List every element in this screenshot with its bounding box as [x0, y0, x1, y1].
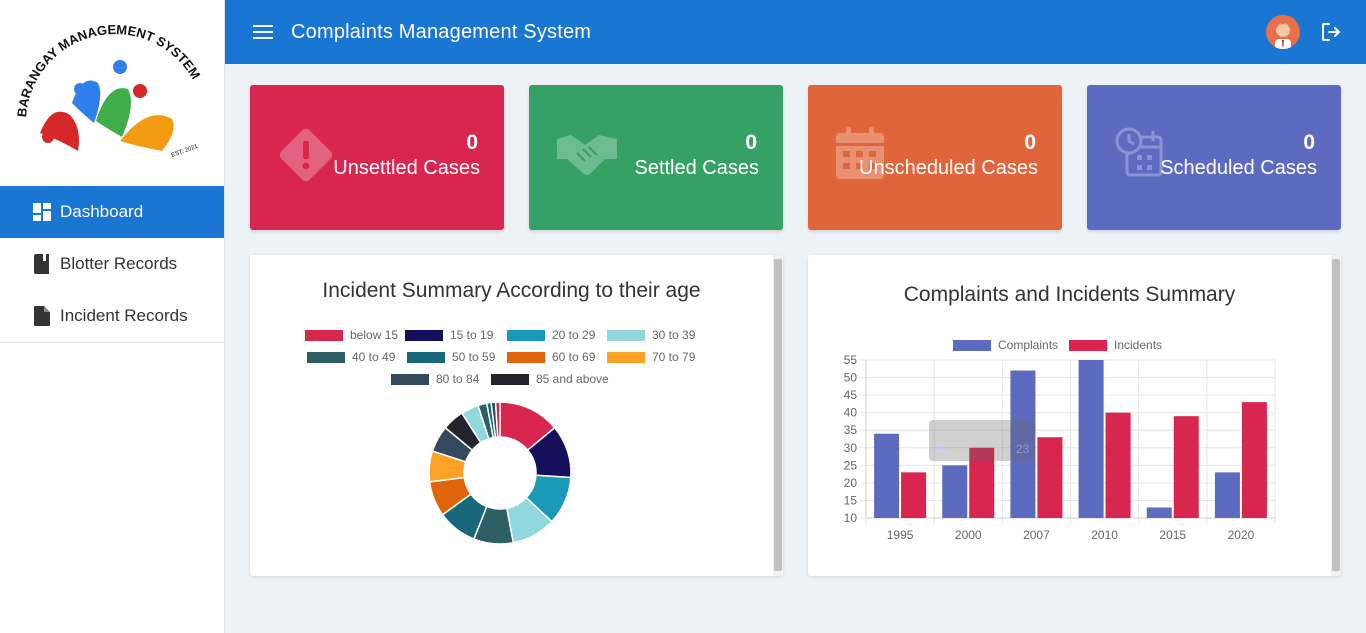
bar-complaints[interactable] [1214, 472, 1240, 518]
summary-bar-chart: 10 15 20 25 30 35 40 45 50 55 1995 2000 2007 2010 2015… [844, 353, 1276, 542]
sidebar: BARANGAY MANAGEMENT SYSTEM EST. 2021 Das… [0, 0, 225, 633]
stat-card-unsettled[interactable]: 0 Unsettled Cases [250, 85, 504, 230]
sidebar-item-label: Incident Records [60, 306, 188, 325]
file-icon [33, 306, 51, 326]
x-tick-label: 2020 [1228, 528, 1255, 542]
dashboard-icon [33, 202, 51, 222]
stat-card-unscheduled[interactable]: 0 Unscheduled Cases [808, 85, 1062, 230]
y-tick-label: 45 [844, 388, 858, 402]
stat-card-settled[interactable]: 0 Settled Cases [529, 85, 783, 230]
stat-label: Unsettled Cases [333, 157, 480, 179]
topbar: Complaints Management System [225, 0, 1366, 64]
bar-incidents[interactable] [901, 472, 927, 518]
logo: BARANGAY MANAGEMENT SYSTEM EST. 2021 [0, 0, 224, 186]
panel-scrollbar[interactable] [1331, 255, 1341, 576]
stat-value: 0 [1303, 131, 1315, 154]
bar-incidents[interactable] [1173, 416, 1199, 518]
bar-complaints[interactable] [874, 433, 900, 518]
bar-complaints[interactable] [1146, 507, 1172, 518]
stat-value: 0 [1024, 131, 1036, 154]
sidebar-item-dashboard[interactable]: Dashboard [0, 186, 224, 238]
barangay-logo-icon: BARANGAY MANAGEMENT SYSTEM EST. 2021 [14, 23, 203, 159]
age-summary-panel: Incident Summary According to their age … [250, 255, 783, 576]
sidebar-item-label: Dashboard [60, 202, 144, 221]
y-tick-label: 15 [844, 493, 858, 507]
y-tick-label: 40 [844, 406, 858, 420]
x-tick-label: 2015 [1159, 528, 1186, 542]
y-tick-label: 55 [844, 353, 858, 367]
logo-est: EST. 2021 [171, 144, 200, 159]
y-tick-label: 50 [844, 371, 858, 385]
stat-label: Settled Cases [634, 157, 759, 179]
age-doughnut-chart [428, 401, 572, 545]
x-tick-label: 1995 [887, 528, 914, 542]
stat-label: Scheduled Cases [1160, 157, 1317, 179]
warning-diamond-icon [276, 125, 336, 190]
bar-incidents[interactable] [1037, 437, 1063, 518]
avatar[interactable] [1266, 15, 1300, 49]
complaints-summary-panel: Complaints and Incidents Summary Complai… [808, 255, 1341, 576]
x-tick-label: 2007 [1023, 528, 1050, 542]
bar-incidents[interactable] [1241, 402, 1267, 518]
x-tick-label: 2010 [1091, 528, 1118, 542]
y-tick-label: 30 [844, 441, 858, 455]
stat-value: 0 [745, 131, 757, 154]
sidebar-nav: Dashboard Blotter Records Incident Recor… [0, 186, 224, 343]
tooltip-value: 23 [1016, 442, 1030, 456]
hamburger-icon[interactable] [253, 25, 273, 39]
panel-scrollbar[interactable] [773, 255, 783, 576]
y-tick-label: 35 [844, 423, 858, 437]
bar-complaints[interactable] [942, 465, 968, 518]
sidebar-item-label: Blotter Records [60, 254, 178, 273]
x-tick-label: 2000 [955, 528, 982, 542]
stat-card-scheduled[interactable]: 0 Scheduled Cases [1087, 85, 1341, 230]
chart-tooltip: 23 [929, 420, 1035, 461]
handshake-icon [555, 125, 619, 186]
page-title: Complaints Management System [291, 20, 592, 43]
bar-incidents[interactable] [1105, 412, 1131, 518]
bar-complaints[interactable] [1078, 360, 1104, 518]
sidebar-item-blotter-records[interactable]: Blotter Records [0, 238, 224, 290]
stat-label: Unscheduled Cases [859, 157, 1038, 179]
y-tick-label: 10 [844, 511, 858, 525]
y-tick-label: 25 [844, 458, 858, 472]
calendar-clock-icon [1113, 125, 1165, 186]
stat-value: 0 [466, 131, 478, 154]
y-tick-label: 20 [844, 476, 858, 490]
logout-icon[interactable] [1320, 21, 1342, 43]
sidebar-item-incident-records[interactable]: Incident Records [0, 290, 224, 342]
book-icon [33, 254, 51, 274]
